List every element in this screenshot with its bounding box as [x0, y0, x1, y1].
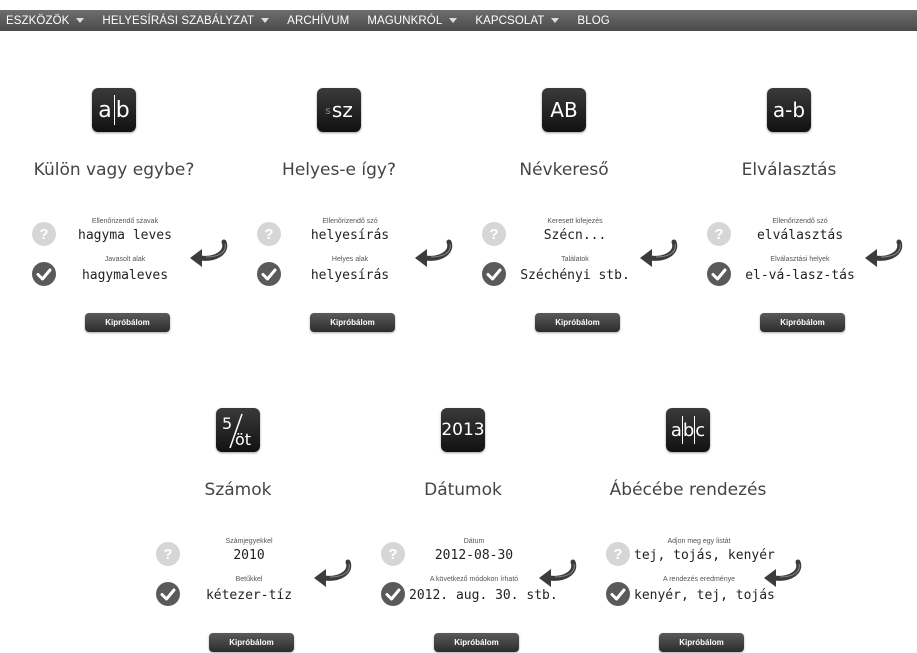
curved-arrow-icon [186, 238, 230, 268]
input-label: Ellenőrizendő szó [322, 218, 378, 225]
nav-item-label: HELYESÍRÁSI SZABÁLYZAT [102, 14, 255, 27]
check-icon [156, 582, 180, 606]
try-button[interactable]: Kipróbálom [85, 313, 170, 332]
tool-title[interactable]: Névkereső [450, 160, 678, 180]
curved-arrow-icon [535, 558, 579, 588]
nav-item-label: ESZKÖZÖK [6, 14, 70, 27]
try-button[interactable]: Kipróbálom [209, 633, 294, 652]
fraction-icon[interactable]: 5 öt [216, 408, 260, 452]
caret-down-icon [76, 18, 85, 23]
tool-title[interactable]: Dátumok [349, 480, 577, 500]
input-label: Ellenőrizendő szó [772, 218, 828, 225]
caret-down-icon [449, 18, 458, 23]
input-label: Számjegyekkel [225, 538, 273, 545]
example-result: kenyér, tej, tojás [634, 588, 775, 603]
example-input: hagyma leves [78, 228, 172, 243]
example-input: helyesírás [310, 228, 390, 243]
try-button[interactable]: Kipróbálom [310, 313, 395, 332]
try-button[interactable]: Kipróbálom [535, 313, 620, 332]
svg-text:öt: öt [235, 430, 251, 449]
check-icon [381, 582, 405, 606]
tool-title[interactable]: Helyes-e így? [225, 160, 453, 180]
result-label: Javasolt alak [104, 256, 146, 263]
example-result: hagymaleves [81, 268, 169, 283]
year-icon[interactable]: 2013 [441, 408, 485, 452]
example-result: Széchényi stb. [520, 268, 630, 283]
question-icon: ? [381, 542, 405, 566]
top-nav: ESZKÖZÖK HELYESÍRÁSI SZABÁLYZAT ARCHÍVUM MA… [0, 10, 917, 31]
nav-item-3[interactable]: MAGUNKRÓL [367, 14, 458, 27]
example-input: tej, tojás, kenyér [634, 548, 775, 563]
example-input: Szécn... [543, 228, 607, 243]
nav-item-label: MAGUNKRÓL [367, 14, 443, 27]
tool-title[interactable]: Elválasztás [675, 160, 903, 180]
nav-item-0[interactable]: ESZKÖZÖK [6, 14, 85, 27]
ssz-icon[interactable]: s sz [317, 88, 361, 132]
curved-arrow-icon [411, 238, 455, 268]
example-input: 2012-08-30 [434, 548, 514, 563]
curved-arrow-icon [760, 558, 804, 588]
result-label: Betűkkel [235, 576, 263, 583]
tool-title[interactable]: Számok [124, 480, 352, 500]
example-result: 2012. aug. 30. stb. [409, 588, 558, 603]
nav-item-5[interactable]: BLOG [577, 15, 609, 27]
check-icon [32, 262, 56, 286]
curved-arrow-icon [310, 558, 354, 588]
question-icon: ? [606, 542, 630, 566]
check-icon [482, 262, 506, 286]
check-icon [257, 262, 281, 286]
question-icon: ? [32, 222, 56, 246]
question-icon: ? [482, 222, 506, 246]
tool-title[interactable]: Külön vagy egybe? [0, 160, 228, 180]
check-icon [606, 582, 630, 606]
check-icon [707, 262, 731, 286]
example-result: helyesírás [310, 268, 390, 283]
nav-item-label: BLOG [577, 14, 610, 27]
example-input: elválasztás [756, 228, 844, 243]
caret-down-icon [551, 18, 560, 23]
nav-item-2[interactable]: ARCHÍVUM [287, 15, 349, 27]
ab-uppercase-icon[interactable]: AB [542, 88, 586, 132]
ab-split-icon[interactable]: ab [92, 88, 136, 132]
result-label: A következő módokon írható [429, 576, 519, 583]
caret-down-icon [261, 18, 270, 23]
curved-arrow-icon [861, 238, 905, 268]
result-label: A rendezés eredménye [663, 576, 735, 583]
tool-title[interactable]: Ábécébe rendezés [574, 480, 802, 500]
hyphen-icon[interactable]: a-b [767, 88, 811, 132]
result-label: Találatok [561, 256, 589, 263]
abc-icon[interactable]: abc [666, 408, 710, 452]
question-icon: ? [156, 542, 180, 566]
example-result: el-vá-lasz-tás [745, 268, 855, 283]
nav-item-label: ARCHÍVUM [287, 14, 350, 27]
question-icon: ? [257, 222, 281, 246]
question-icon: ? [707, 222, 731, 246]
nav-item-label: KAPCSOLAT [475, 14, 545, 27]
try-button[interactable]: Kipróbálom [659, 633, 744, 652]
input-label: Dátum [463, 538, 485, 545]
result-label: Elválasztási helyek [770, 256, 830, 263]
example-result: kétezer-tíz [205, 588, 293, 603]
input-label: Ellenőrizendő szavak [91, 218, 159, 225]
example-input: 2010 [233, 548, 265, 563]
nav-item-1[interactable]: HELYESÍRÁSI SZABÁLYZAT [102, 14, 270, 27]
svg-text:5: 5 [222, 414, 232, 433]
try-button[interactable]: Kipróbálom [760, 313, 845, 332]
input-label: Adjon meg egy listát [667, 538, 731, 545]
curved-arrow-icon [636, 238, 680, 268]
nav-item-4[interactable]: KAPCSOLAT [475, 14, 560, 27]
result-label: Helyes alak [331, 256, 369, 263]
try-button[interactable]: Kipróbálom [434, 633, 519, 652]
input-label: Keresett kifejezés [547, 218, 603, 225]
